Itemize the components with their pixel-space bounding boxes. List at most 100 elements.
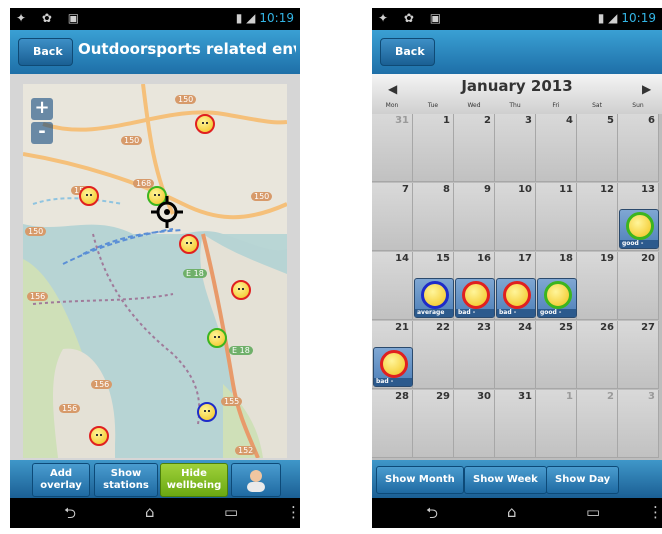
home-nav-icon[interactable]: ⌂ xyxy=(507,503,517,521)
calendar-day-cell[interactable]: 2 xyxy=(454,114,495,182)
show-week-button[interactable]: Show Week xyxy=(464,466,547,494)
calendar-header: ◀ January 2013 ▶ Mon Tue Wed Thu Fri Sat… xyxy=(372,74,662,114)
back-button[interactable]: Back xyxy=(380,38,435,66)
show-stations-button[interactable]: Show stations xyxy=(94,463,158,497)
calendar-day-cell[interactable]: 3 xyxy=(495,114,536,182)
smiley-icon xyxy=(421,281,449,309)
calendar-day-cell[interactable]: 2 xyxy=(577,390,618,458)
back-nav-icon[interactable]: ⮌ xyxy=(426,503,438,528)
wellbeing-marker-bad[interactable] xyxy=(179,234,199,254)
calendar-day-cell[interactable]: 30 xyxy=(454,390,495,458)
calendar-day-cell[interactable]: 5 xyxy=(577,114,618,182)
wellbeing-marker-bad[interactable] xyxy=(89,426,109,446)
wellbeing-entry[interactable]: average xyxy=(414,278,454,318)
wellbeing-entry[interactable]: bad - xyxy=(455,278,495,318)
show-stations-label: Show stations xyxy=(103,468,149,491)
system-nav-bar: ⮌ ⌂ ▭ ⋮ xyxy=(372,498,662,528)
map-view[interactable]: 150 150 150 168 150 150 E 18 E 18 156 15… xyxy=(23,84,287,458)
day-number: 2 xyxy=(484,115,491,126)
calendar-day-cell[interactable]: 28 xyxy=(372,390,413,458)
status-right: ▮ ◢ 10:19 xyxy=(236,11,294,25)
day-number: 2 xyxy=(607,391,614,402)
person-icon xyxy=(247,470,265,492)
road-label: 150 xyxy=(121,136,143,145)
zoom-in-button[interactable]: + xyxy=(31,98,53,120)
weekday-label: Sun xyxy=(632,102,644,109)
profile-button[interactable] xyxy=(231,463,281,497)
calendar-day-cell[interactable]: 31 xyxy=(495,390,536,458)
day-number: 18 xyxy=(559,253,573,264)
calendar-day-cell[interactable]: 6 xyxy=(618,114,659,182)
wellbeing-marker-good[interactable] xyxy=(207,328,227,348)
status-bar: ✦ ✿ ▣ ▮ ◢ 10:19 xyxy=(372,8,662,30)
calendar-day-cell[interactable]: 19 xyxy=(577,252,618,320)
day-number: 3 xyxy=(525,115,532,126)
calendar-day-cell[interactable]: 1 xyxy=(536,390,577,458)
home-nav-icon[interactable]: ⌂ xyxy=(145,503,155,521)
calendar-day-cell[interactable]: 3 xyxy=(618,390,659,458)
calendar-day-cell[interactable]: 11 xyxy=(536,183,577,251)
next-month-icon[interactable]: ▶ xyxy=(642,82,651,96)
add-overlay-label: Add overlay xyxy=(40,468,82,491)
show-day-button[interactable]: Show Day xyxy=(546,466,620,494)
calendar-day-cell[interactable]: 1 xyxy=(413,114,454,182)
action-bar: Back xyxy=(372,30,662,74)
clock: 10:19 xyxy=(259,11,294,25)
wellbeing-marker-average[interactable] xyxy=(197,402,217,422)
weekday-label: Tue xyxy=(427,102,439,109)
day-number: 4 xyxy=(566,115,573,126)
calendar-grid: 31 1 2 3 4 5 6 7 8 9 10 11 12 13 14 15 16 17 18 19 20 21 22 23 2… xyxy=(372,114,662,460)
day-number: 10 xyxy=(518,184,532,195)
calendar-day-cell[interactable]: 24 xyxy=(495,321,536,389)
calendar-day-cell[interactable]: 26 xyxy=(577,321,618,389)
calendar-phone: ✦ ✿ ▣ ▮ ◢ 10:19 Back ◀ January 2013 ▶ Mon… xyxy=(372,8,662,528)
wellbeing-entry[interactable]: good - xyxy=(537,278,577,318)
menu-nav-icon[interactable]: ⋮ xyxy=(286,503,300,521)
calendar-day-cell[interactable]: 27 xyxy=(618,321,659,389)
smiley-icon xyxy=(626,212,654,240)
calendar-day-cell[interactable]: 25 xyxy=(536,321,577,389)
calendar-day-cell[interactable]: 22 xyxy=(413,321,454,389)
calendar-day-cell[interactable]: 9 xyxy=(454,183,495,251)
road-label: 156 xyxy=(91,380,113,389)
wellbeing-marker-bad[interactable] xyxy=(195,114,215,134)
crosshair-icon xyxy=(151,196,183,228)
action-bar: Back Outdoorsports related env... xyxy=(10,30,300,74)
add-overlay-button[interactable]: Add overlay xyxy=(32,463,90,497)
day-number: 14 xyxy=(395,253,409,264)
day-number: 28 xyxy=(395,391,409,402)
day-number: 25 xyxy=(559,322,573,333)
day-number: 31 xyxy=(518,391,532,402)
calendar-day-cell[interactable]: 7 xyxy=(372,183,413,251)
signal-icon: ▮ ◢ xyxy=(597,11,618,25)
wellbeing-marker-bad[interactable] xyxy=(231,280,251,300)
back-button[interactable]: Back xyxy=(18,38,73,66)
calendar-day-cell[interactable]: 4 xyxy=(536,114,577,182)
wellbeing-entry[interactable]: good - xyxy=(619,209,659,249)
menu-nav-icon[interactable]: ⋮ xyxy=(648,503,662,521)
hide-wellbeing-button[interactable]: Hide wellbeing xyxy=(160,463,228,497)
calendar-day-cell[interactable]: 8 xyxy=(413,183,454,251)
calendar-day-cell[interactable]: 29 xyxy=(413,390,454,458)
show-month-button[interactable]: Show Month xyxy=(376,466,464,494)
calendar-day-cell[interactable]: 14 xyxy=(372,252,413,320)
month-title: January 2013 xyxy=(461,77,573,95)
wellbeing-entry[interactable]: bad - xyxy=(496,278,536,318)
back-nav-icon[interactable]: ⮌ xyxy=(64,503,76,528)
day-number: 20 xyxy=(641,253,655,264)
recents-nav-icon[interactable]: ▭ xyxy=(224,503,238,521)
recents-nav-icon[interactable]: ▭ xyxy=(586,503,600,521)
calendar-day-cell[interactable]: 10 xyxy=(495,183,536,251)
wellbeing-marker-bad[interactable] xyxy=(79,186,99,206)
wellbeing-entry[interactable]: bad - xyxy=(373,347,413,387)
calendar-day-cell[interactable]: 12 xyxy=(577,183,618,251)
day-number: 11 xyxy=(559,184,573,195)
zoom-out-button[interactable]: - xyxy=(31,122,53,144)
day-number: 29 xyxy=(436,391,450,402)
calendar-day-cell[interactable]: 31 xyxy=(372,114,413,182)
calendar-day-cell[interactable]: 20 xyxy=(618,252,659,320)
smiley-icon xyxy=(544,281,572,309)
day-number: 5 xyxy=(607,115,614,126)
calendar-day-cell[interactable]: 23 xyxy=(454,321,495,389)
day-number: 17 xyxy=(518,253,532,264)
